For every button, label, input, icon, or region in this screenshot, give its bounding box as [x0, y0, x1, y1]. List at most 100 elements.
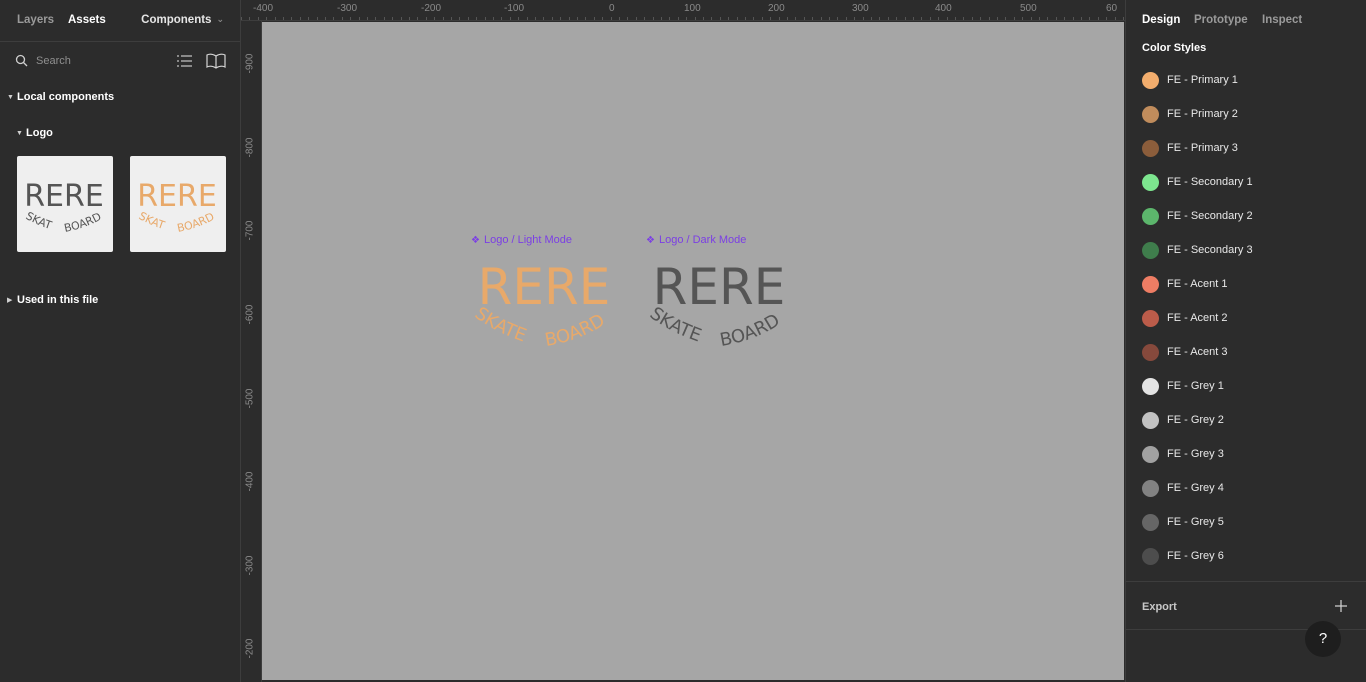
tab-prototype[interactable]: Prototype — [1194, 14, 1248, 26]
ruler-tick — [963, 17, 965, 20]
ruler-tick — [980, 17, 982, 20]
ruler-tick — [879, 17, 881, 20]
color-style-name: FE - Acent 2 — [1167, 312, 1228, 324]
logo-group-label: Logo — [26, 127, 53, 139]
search-input[interactable] — [36, 53, 156, 69]
ruler-left-label: -600 — [244, 304, 256, 325]
color-style-item[interactable]: FE - Secondary 1 — [1126, 165, 1366, 199]
color-style-item[interactable]: FE - Acent 1 — [1126, 267, 1366, 301]
ruler-tick — [425, 17, 427, 20]
ruler-tick — [350, 17, 352, 20]
ruler-tick — [459, 17, 461, 20]
logo-light-mode[interactable]: RERE SKATE BOARD — [470, 256, 620, 352]
ruler-tick — [703, 17, 704, 20]
ruler-tick — [518, 17, 520, 20]
ruler-tick — [661, 17, 662, 20]
component-thumbnail-dark-mode[interactable]: RERE SKATE BOARD — [14, 146, 113, 252]
color-style-item[interactable]: FE - Acent 2 — [1126, 301, 1366, 335]
logo-component-group[interactable]: ▼ Logo — [16, 127, 53, 139]
add-export-icon[interactable] — [1333, 598, 1349, 614]
ruler-tick — [467, 17, 469, 20]
color-style-item[interactable]: FE - Grey 5 — [1126, 505, 1366, 539]
ruler-tick — [753, 17, 755, 20]
tab-inspect[interactable]: Inspect — [1262, 14, 1302, 26]
ruler-tick — [871, 17, 872, 20]
color-styles-title: Color Styles — [1142, 42, 1207, 54]
logo-dark-thumbnail: RERE SKATE BOARD — [14, 146, 104, 235]
ruler-left: -900 -800 -700 -600 -500 -400 -300 -200 — [241, 21, 262, 682]
color-style-item[interactable]: FE - Primary 1 — [1126, 63, 1366, 97]
color-style-item[interactable]: FE - Acent 3 — [1126, 335, 1366, 369]
color-style-item[interactable]: FE - Secondary 3 — [1126, 233, 1366, 267]
color-style-item[interactable]: FE - Primary 3 — [1126, 131, 1366, 165]
ruler-top-label: 100 — [684, 3, 701, 14]
ruler-tick — [585, 17, 587, 20]
ruler-tick — [820, 17, 822, 20]
color-style-name: FE - Grey 4 — [1167, 482, 1224, 494]
ruler-top-label: 60 — [1106, 3, 1118, 14]
ruler-tick — [560, 17, 562, 20]
color-style-name: FE - Grey 5 — [1167, 516, 1224, 528]
ruler-tick — [627, 17, 629, 20]
color-style-name: FE - Grey 1 — [1167, 380, 1224, 392]
ruler-tick — [971, 17, 973, 20]
ruler-left-label: -200 — [244, 638, 256, 659]
ruler-tick — [988, 17, 990, 20]
color-swatch — [1142, 276, 1159, 293]
used-in-file-label: Used in this file — [17, 294, 99, 306]
color-style-item[interactable]: FE - Grey 4 — [1126, 471, 1366, 505]
tab-layers[interactable]: Layers — [17, 14, 54, 26]
ruler-tick — [535, 17, 536, 20]
color-style-item[interactable]: FE - Secondary 2 — [1126, 199, 1366, 233]
color-style-item[interactable]: FE - Grey 6 — [1126, 539, 1366, 573]
ruler-tick — [719, 17, 721, 20]
color-style-item[interactable]: FE - Grey 3 — [1126, 437, 1366, 471]
used-in-this-file-section[interactable]: ▶ Used in this file — [7, 294, 98, 306]
right-panel-tabs: Design Prototype Inspect — [1126, 0, 1366, 42]
ruler-tick — [1123, 17, 1124, 20]
help-button[interactable]: ? — [1305, 621, 1341, 657]
frame-label-dark-mode[interactable]: ❖ Logo / Dark Mode — [646, 234, 746, 246]
ruler-left-label: -700 — [244, 220, 256, 241]
canvas[interactable]: ❖ Logo / Light Mode ❖ Logo / Dark Mode RER… — [262, 22, 1124, 680]
color-style-name: FE - Primary 2 — [1167, 108, 1238, 120]
ruler-tick — [509, 17, 511, 20]
tab-assets[interactable]: Assets — [68, 14, 106, 26]
ruler-tick — [787, 17, 788, 20]
ruler-tick — [644, 17, 646, 20]
tab-design[interactable]: Design — [1142, 14, 1180, 26]
ruler-tick — [795, 17, 797, 20]
color-swatch — [1142, 310, 1159, 327]
color-style-item[interactable]: FE - Primary 2 — [1126, 97, 1366, 131]
team-library-icon[interactable] — [206, 53, 226, 69]
ruler-tick — [761, 17, 763, 20]
ruler-tick — [383, 17, 385, 20]
component-thumbnail-light-mode[interactable]: RERE SKATE BOARD — [127, 146, 226, 252]
color-style-item[interactable]: FE - Grey 2 — [1126, 403, 1366, 437]
logo-dark-mode[interactable]: RERE SKATE BOARD — [645, 256, 795, 352]
ruler-tick — [476, 17, 478, 20]
ruler-top-label: -100 — [504, 3, 525, 14]
local-components-section[interactable]: ▼ Local components — [7, 91, 114, 103]
ruler-tick — [938, 17, 940, 20]
ruler-tick — [770, 17, 772, 20]
components-dropdown[interactable]: Components ⌄ — [141, 14, 224, 26]
color-style-item[interactable]: FE - Grey 1 — [1126, 369, 1366, 403]
ruler-tick — [299, 17, 301, 20]
ruler-tick — [887, 17, 889, 20]
color-style-name: FE - Grey 2 — [1167, 414, 1224, 426]
ruler-tick — [955, 17, 956, 20]
ruler-tick — [913, 17, 914, 20]
ruler-top-label: 500 — [1020, 3, 1037, 14]
ruler-left-label: -300 — [244, 555, 256, 576]
ruler-tick — [451, 17, 452, 20]
left-panel: Layers Assets Components⌄ ▼Local compone… — [0, 0, 241, 682]
caret-down-icon: ▼ — [16, 130, 23, 137]
ruler-tick — [409, 17, 410, 20]
color-swatch — [1142, 548, 1159, 565]
frame-label-light-mode[interactable]: ❖ Logo / Light Mode — [471, 234, 572, 246]
list-view-icon[interactable] — [177, 54, 192, 68]
ruler-tick — [921, 17, 923, 20]
color-style-name: FE - Primary 3 — [1167, 142, 1238, 154]
chevron-down-icon: ⌄ — [216, 14, 224, 24]
